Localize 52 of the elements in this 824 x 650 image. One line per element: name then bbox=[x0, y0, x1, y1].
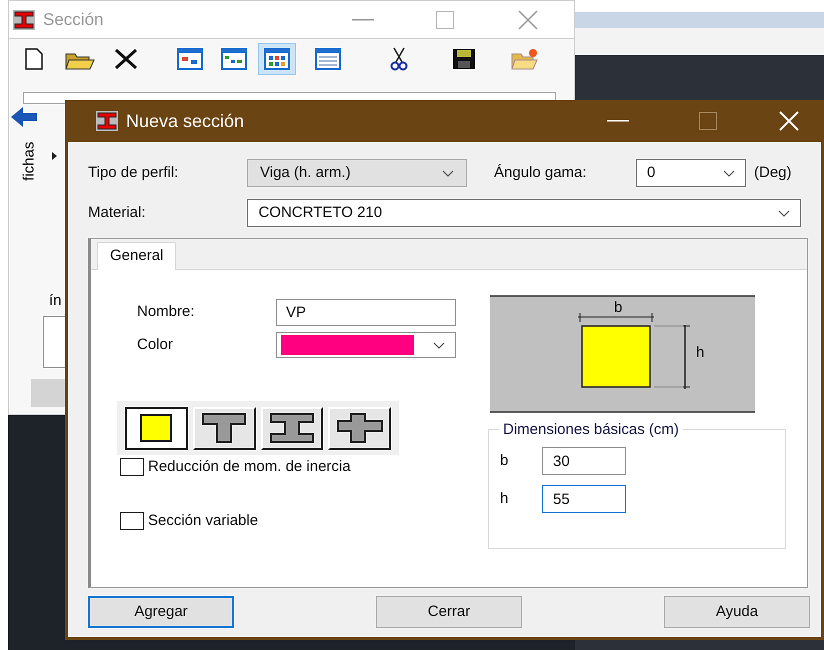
dimension-label: h bbox=[696, 344, 704, 361]
chevron-down-icon bbox=[442, 170, 454, 176]
shape-button[interactable] bbox=[125, 406, 188, 450]
dialog-button[interactable]: Agregar bbox=[88, 596, 234, 628]
i-beam-icon bbox=[96, 111, 118, 131]
delete-icon bbox=[114, 48, 138, 70]
angle-dropdown[interactable]: 0 bbox=[636, 159, 746, 187]
field-label: ín bbox=[49, 291, 62, 311]
window-title: Sección bbox=[43, 8, 104, 31]
field-label: h bbox=[500, 488, 510, 509]
checkbox[interactable] bbox=[120, 458, 144, 476]
i-beam-icon bbox=[13, 10, 35, 30]
window-view-icon bbox=[177, 48, 203, 70]
tab[interactable]: General bbox=[97, 242, 176, 270]
window-view-icon bbox=[264, 48, 290, 70]
field-label: Nombre: bbox=[137, 302, 196, 322]
window-view-icon bbox=[221, 48, 247, 70]
expand-arrow-icon[interactable] bbox=[52, 152, 57, 160]
maximize-icon[interactable] bbox=[699, 112, 717, 130]
side-tab[interactable]: fichas bbox=[18, 141, 42, 181]
profile-type-dropdown[interactable]: Viga (h. arm.) bbox=[247, 159, 467, 187]
material-dropdown[interactable]: CONCRTETO 210 bbox=[247, 199, 801, 227]
dimension-label: b bbox=[614, 299, 622, 316]
i-beam-icon bbox=[270, 413, 314, 443]
field-label: Tipo de perfil: bbox=[88, 162, 180, 183]
cross-section-icon bbox=[336, 413, 383, 443]
chevron-down-icon bbox=[433, 342, 445, 348]
color-dropdown[interactable] bbox=[276, 332, 456, 358]
rectangle-icon bbox=[140, 414, 172, 442]
chevron-down-icon bbox=[778, 210, 790, 216]
folder-icon bbox=[511, 48, 539, 70]
dialog-button[interactable]: Ayuda bbox=[664, 596, 810, 628]
dimension-field[interactable]: 30 bbox=[542, 447, 626, 475]
name-field[interactable]: VP bbox=[276, 299, 456, 326]
dialog-button[interactable]: Cerrar bbox=[376, 596, 522, 628]
tee-section-icon bbox=[202, 413, 246, 443]
back-arrow-icon[interactable] bbox=[11, 107, 37, 127]
scissors-icon bbox=[390, 47, 408, 71]
field-label: Color bbox=[137, 334, 174, 355]
checkbox[interactable] bbox=[120, 512, 144, 530]
field-label: Ángulo gama: bbox=[494, 162, 588, 183]
checkbox-label: Reducción de mom. de inercia bbox=[148, 457, 351, 477]
chevron-down-icon bbox=[723, 170, 735, 176]
new-file-icon bbox=[25, 48, 43, 70]
unit-label: (Deg) bbox=[754, 162, 792, 183]
checkbox-label: Sección variable bbox=[148, 510, 258, 530]
dimension-field[interactable]: 55 bbox=[542, 485, 626, 513]
minimize-icon[interactable] bbox=[607, 120, 629, 122]
field-label: b bbox=[500, 450, 510, 471]
window-view-icon bbox=[315, 48, 341, 70]
window-title: Nueva sección bbox=[126, 110, 244, 132]
field-label: Material: bbox=[88, 202, 147, 223]
